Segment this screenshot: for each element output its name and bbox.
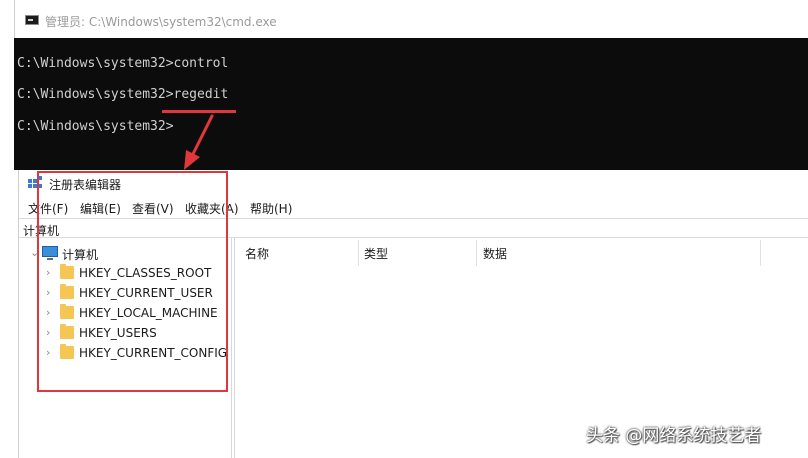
- cmd-line-control: C:\Windows\system32>control: [17, 56, 229, 71]
- column-header-data[interactable]: 数据: [483, 245, 507, 262]
- highlight-annotation-box: [37, 171, 228, 392]
- cmd-app-icon: [25, 15, 39, 25]
- cmd-window-title: 管理员: C:\Windows\system32\cmd.exe: [45, 15, 277, 29]
- column-divider[interactable]: [476, 240, 477, 266]
- column-header-name[interactable]: 名称: [245, 245, 269, 262]
- watermark-text: 头条 @网络系统技艺者: [586, 426, 762, 446]
- cmd-titlebar: 管理员: C:\Windows\system32\cmd.exe: [14, 0, 808, 38]
- menu-help[interactable]: 帮助(H): [250, 200, 292, 217]
- column-divider[interactable]: [358, 240, 359, 266]
- column-divider[interactable]: [760, 240, 761, 266]
- column-header-type[interactable]: 类型: [364, 245, 388, 262]
- annotation-arrow: [184, 114, 214, 170]
- cmd-line-regedit: C:\Windows\system32>regedit: [17, 87, 229, 102]
- cmd-line-prompt: C:\Windows\system32>: [17, 119, 174, 134]
- cmd-console[interactable]: C:\Windows\system32>control C:\Windows\s…: [14, 38, 808, 170]
